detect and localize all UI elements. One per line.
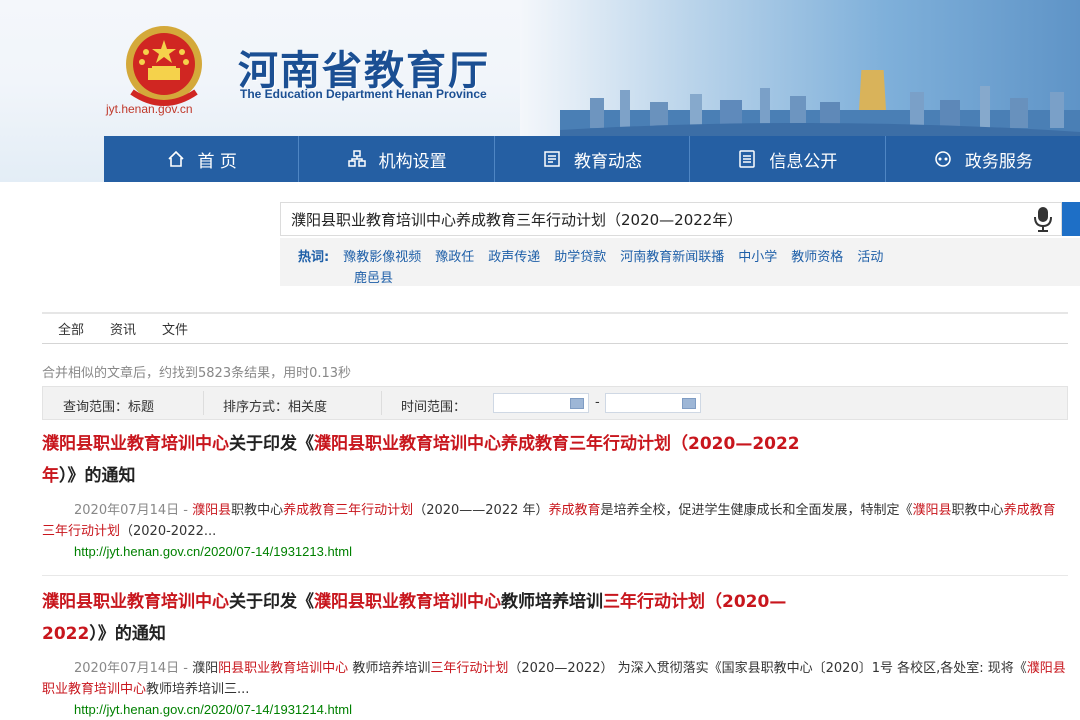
- snippet-highlight: 养成教育: [548, 503, 601, 518]
- hot-link[interactable]: 助学贷款: [554, 246, 606, 265]
- hot-link[interactable]: 豫教影像视频: [343, 246, 421, 265]
- result-snippet: 2020年07月14日 - 濮阳阳县职业教育培训中心 教师培养培训三年行动计划（…: [42, 658, 1068, 700]
- hot-link[interactable]: 中小学: [738, 246, 777, 265]
- main-nav: 首 页 机构设置 教育动态 信息公开 政务服务: [104, 136, 1080, 182]
- result-divider: [42, 575, 1068, 576]
- search-query: 濮阳县职业教育培训中心养成教育三年行动计划（2020—2022年）: [291, 210, 743, 229]
- result-snippet: 2020年07月14日 - 濮阳县职教中心养成教育三年行动计划（2020——20…: [42, 500, 1068, 542]
- search-result: 濮阳县职业教育培训中心关于印发《濮阳县职业教育培训中心养成教育三年行动计划（20…: [42, 428, 1068, 562]
- snippet-text: 濮阳: [192, 661, 219, 676]
- nav-label: 政务服务: [964, 151, 1033, 172]
- title-highlight: 濮阳县职业教育培训中心: [42, 592, 229, 612]
- service-icon: [935, 151, 951, 167]
- hot-link[interactable]: 河南教育新闻联播: [620, 246, 724, 265]
- hot-link[interactable]: 活动: [857, 246, 883, 265]
- title-text: ）》的通知: [59, 466, 136, 486]
- title-text: 关于印发《: [229, 434, 314, 454]
- title-text: ）》的通知: [89, 624, 166, 644]
- title-highlight: 三年行动计划: [603, 592, 705, 612]
- snippet-text: 教师培养培训: [352, 661, 431, 676]
- nav-news[interactable]: 教育动态: [495, 136, 691, 182]
- title-highlight: 2022: [42, 624, 90, 644]
- snippet-highlight: 三年行动计划: [430, 661, 509, 676]
- news-icon: [544, 151, 560, 167]
- search-result: 濮阳县职业教育培训中心关于印发《濮阳县职业教育培训中心教师培养培训三年行动计划（…: [42, 586, 1068, 720]
- title-highlight: 濮阳县职业教育培训中心养成教育三年行动计划: [314, 434, 671, 454]
- result-date: 2020年07月14日 -: [74, 503, 188, 518]
- nav-label: 机构设置: [378, 151, 447, 172]
- snippet-text: 职教中心: [951, 503, 1004, 518]
- snippet-highlight: 濮阳县: [912, 503, 952, 518]
- org-icon: [347, 150, 366, 167]
- nav-label: 首 页: [197, 151, 237, 172]
- title-text: （2020—2022: [671, 434, 800, 454]
- nav-info[interactable]: 信息公开: [690, 136, 886, 182]
- title-highlight: 年: [42, 466, 59, 486]
- time-label: 时间范围：: [401, 400, 467, 415]
- filter-bar: 查询范围：标题 排序方式：相关度 时间范围： -: [42, 386, 1068, 420]
- result-title[interactable]: 濮阳县职业教育培训中心关于印发《濮阳县职业教育培训中心养成教育三年行动计划（20…: [42, 428, 1068, 492]
- title-text: （2020—: [705, 592, 787, 612]
- title-text: 教师培养培训: [501, 592, 603, 612]
- national-emblem-icon: [126, 26, 202, 106]
- result-date: 2020年07月14日 -: [74, 661, 188, 676]
- calendar-icon[interactable]: [570, 398, 584, 409]
- hot-link[interactable]: 政声传递: [488, 246, 540, 265]
- hot-link[interactable]: 鹿邑县: [354, 267, 393, 286]
- result-url[interactable]: http://jyt.henan.gov.cn/2020/07-14/19312…: [42, 542, 1068, 562]
- divider: [203, 391, 204, 415]
- tab-docs[interactable]: 文件: [162, 319, 188, 338]
- result-title[interactable]: 濮阳县职业教育培训中心关于印发《濮阳县职业教育培训中心教师培养培训三年行动计划（…: [42, 586, 1068, 650]
- snippet-text: （2020——2022 年）: [413, 503, 549, 518]
- snippet-text: 职教中心: [231, 503, 284, 518]
- home-icon: [167, 150, 184, 167]
- hot-label: 热词:: [298, 250, 330, 265]
- divider: [381, 391, 382, 415]
- nav-label: 信息公开: [769, 151, 838, 172]
- snippet-highlight: 养成教育三年行动计划: [283, 503, 414, 518]
- nav-label: 教育动态: [574, 151, 643, 172]
- result-summary: 合并相似的文章后，约找到5823条结果，用时0.13秒: [42, 366, 352, 381]
- snippet-highlight: 濮阳县: [192, 503, 232, 518]
- snippet-highlight: 阳县职业教育培训中心: [218, 661, 349, 676]
- nav-service[interactable]: 政务服务: [886, 136, 1080, 182]
- info-icon: [739, 150, 756, 168]
- snippet-text: 是培养全校，促进学生健康成长和全面发展，特制定《: [600, 503, 913, 518]
- title-highlight: 濮阳县职业教育培训中心: [42, 434, 229, 454]
- hot-link[interactable]: 豫政任: [435, 246, 474, 265]
- title-highlight: 濮阳县职业教育培训中心: [314, 592, 501, 612]
- calendar-icon[interactable]: [682, 398, 696, 409]
- tab-news[interactable]: 资讯: [110, 319, 136, 338]
- city-skyline-image: [560, 70, 1080, 140]
- search-input[interactable]: 濮阳县职业教育培训中心养成教育三年行动计划（2020—2022年）: [280, 202, 1062, 236]
- sort-filter[interactable]: 排序方式：相关度: [223, 396, 327, 415]
- result-url[interactable]: http://jyt.henan.gov.cn/2020/07-14/19312…: [42, 700, 1068, 720]
- snippet-text: 教师培养培训三...: [146, 682, 250, 697]
- scope-filter[interactable]: 查询范围：标题: [63, 396, 154, 415]
- microphone-icon[interactable]: [1032, 206, 1054, 232]
- end-date-input[interactable]: [605, 393, 701, 413]
- snippet-text: （2020-2022...: [120, 524, 217, 539]
- snippet-text: （2020—2022） 为深入贯彻落实《国家县职教中心〔2020〕1号 各校区,…: [508, 661, 1027, 676]
- title-text: 关于印发《: [229, 592, 314, 612]
- search-button[interactable]: [1062, 202, 1080, 236]
- nav-home[interactable]: 首 页: [104, 136, 300, 182]
- start-date-input[interactable]: [493, 393, 589, 413]
- tab-all[interactable]: 全部: [58, 319, 84, 338]
- site-url[interactable]: jyt.henan.gov.cn: [106, 102, 193, 116]
- nav-org[interactable]: 机构设置: [299, 136, 495, 182]
- site-subtitle: The Education Department Henan Province: [240, 87, 487, 101]
- hot-link[interactable]: 教师资格: [791, 246, 843, 265]
- date-dash: -: [595, 395, 600, 410]
- result-tabs: 全部 资讯 文件: [42, 312, 1068, 344]
- hot-keywords: 热词: 豫教影像视频 豫政任 政声传递 助学贷款 河南教育新闻联播 中小学 教师…: [280, 238, 1080, 286]
- hot-row: 热词: 豫教影像视频 豫政任 政声传递 助学贷款 河南教育新闻联播 中小学 教师…: [298, 246, 883, 265]
